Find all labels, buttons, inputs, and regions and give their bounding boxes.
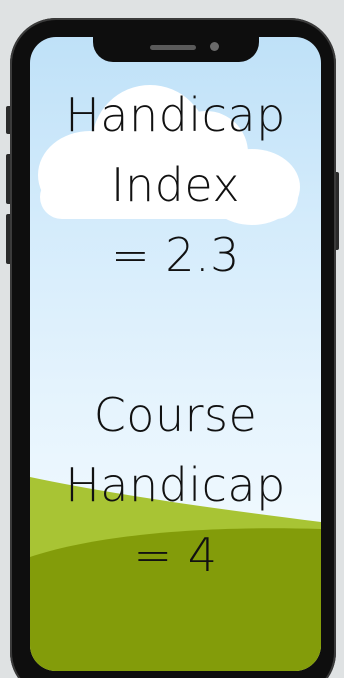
course-handicap-label: Course Handicap = 4 bbox=[30, 380, 321, 590]
speaker-grille bbox=[150, 45, 196, 50]
course-handicap-line2: Handicap bbox=[65, 458, 286, 512]
front-camera bbox=[210, 42, 219, 51]
handicap-index-line1: Handicap bbox=[65, 88, 286, 142]
handicap-index-label: Handicap Index = 2.3 bbox=[30, 80, 321, 290]
course-handicap-line1: Course bbox=[93, 388, 258, 442]
handicap-index-value: = 2.3 bbox=[111, 228, 240, 282]
course-handicap-value: = 4 bbox=[133, 528, 218, 582]
phone-mockup-graphic: Handicap Index = 2.3 Course Handicap = 4 bbox=[0, 0, 344, 678]
handicap-index-line2: Index bbox=[110, 158, 241, 212]
